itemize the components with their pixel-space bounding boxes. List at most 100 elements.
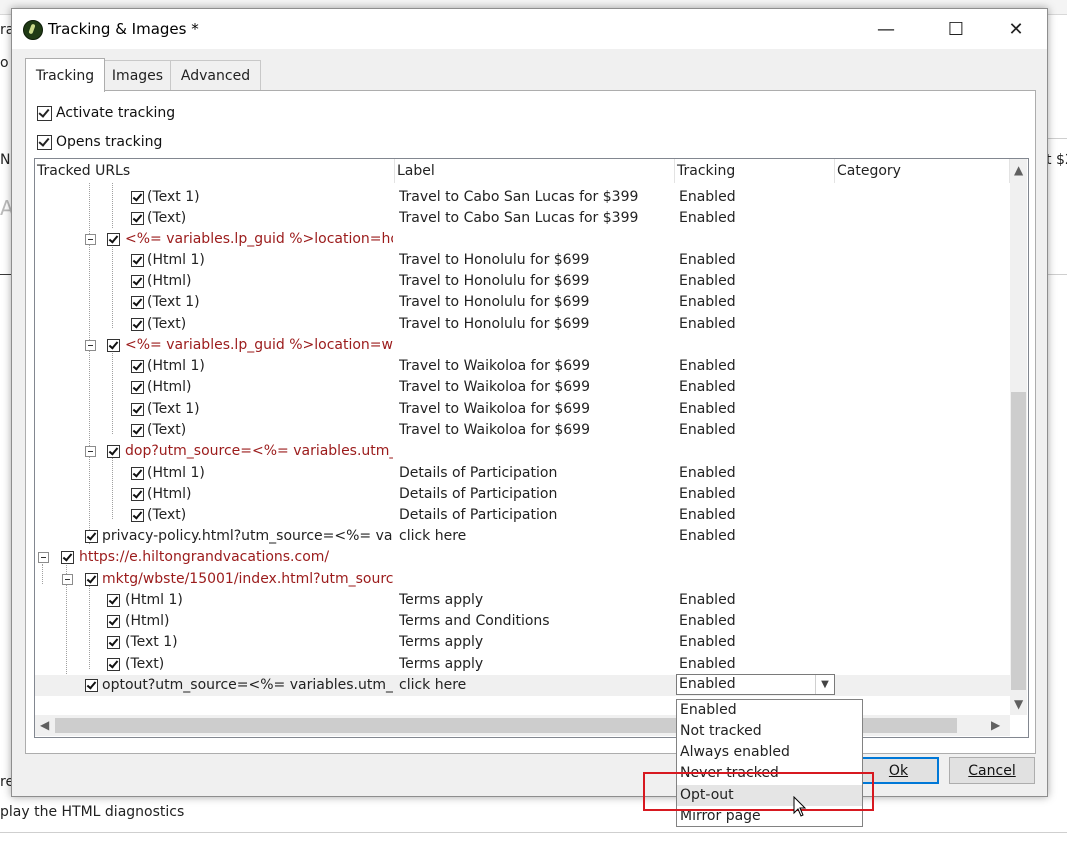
row-checkbox[interactable] <box>131 360 144 373</box>
row-checkbox[interactable] <box>85 679 98 692</box>
tab-images[interactable]: Images <box>103 60 172 91</box>
row-checkbox[interactable] <box>131 488 144 501</box>
tracking-cell[interactable]: Enabled <box>679 526 829 547</box>
tracking-cell[interactable]: Enabled <box>679 208 829 229</box>
row-checkbox[interactable] <box>107 339 120 352</box>
row-checkbox[interactable] <box>131 212 144 225</box>
table-row[interactable]: (Text 1) Travel to Honolulu for $699 Enabl… <box>35 292 1010 313</box>
minimize-button[interactable]: — <box>863 9 909 49</box>
scroll-down-icon[interactable]: ▼ <box>1014 697 1023 711</box>
vertical-scroll-thumb[interactable] <box>1011 392 1026 690</box>
row-checkbox[interactable] <box>85 573 98 586</box>
row-checkbox[interactable] <box>61 551 74 564</box>
row-checkbox[interactable] <box>131 403 144 416</box>
table-row[interactable]: <%= variables.lp_guid %>location=ho... <box>35 229 1010 250</box>
table-row[interactable]: https://e.hiltongrandvacations.com/ <box>35 547 1010 568</box>
tab-tracking[interactable]: Tracking <box>25 58 105 92</box>
table-row[interactable]: (Html 1) Travel to Waikoloa for $699 Enabl… <box>35 356 1010 377</box>
tracking-cell[interactable] <box>679 229 829 250</box>
row-checkbox[interactable] <box>107 594 120 607</box>
row-checkbox[interactable] <box>107 445 120 458</box>
table-row[interactable]: (Text 1) Terms apply Enabled <box>35 632 1010 653</box>
tracking-cell[interactable]: Enabled <box>679 654 829 675</box>
close-button[interactable]: ✕ <box>993 9 1039 49</box>
row-checkbox[interactable] <box>107 636 120 649</box>
tracking-cell[interactable] <box>679 569 829 590</box>
tracking-cell[interactable]: Enabled <box>679 632 829 653</box>
table-row[interactable]: (Text) Travel to Waikoloa for $699 Enabled <box>35 420 1010 441</box>
column-header-tracking[interactable]: Tracking <box>675 159 835 183</box>
table-row[interactable]: (Text 1) Travel to Waikoloa for $699 Enabl… <box>35 399 1010 420</box>
row-checkbox[interactable] <box>131 381 144 394</box>
tracking-cell[interactable]: Enabled <box>679 590 829 611</box>
horizontal-scrollbar[interactable]: ◀ ▶ <box>35 715 1010 736</box>
cancel-button[interactable]: Cancel <box>949 757 1035 784</box>
tracking-cell[interactable]: Enabled <box>679 420 829 441</box>
row-checkbox[interactable] <box>85 530 98 543</box>
tracking-cell[interactable]: Enabled <box>679 377 829 398</box>
row-checkbox[interactable] <box>131 191 144 204</box>
tracking-cell[interactable]: Enabled <box>679 463 829 484</box>
row-checkbox[interactable] <box>107 615 120 628</box>
dropdown-option-always-enabled[interactable]: Always enabled <box>677 742 862 763</box>
tab-advanced[interactable]: Advanced <box>170 60 261 91</box>
table-row[interactable]: privacy-policy.html?utm_source=<%= var..… <box>35 526 1010 547</box>
scroll-left-icon[interactable]: ◀ <box>40 718 49 732</box>
tracking-cell[interactable]: Enabled <box>679 505 829 526</box>
tracking-cell[interactable]: Enabled <box>679 356 829 377</box>
dropdown-option-not-tracked[interactable]: Not tracked <box>677 721 862 742</box>
tracking-cell[interactable]: Enabled <box>679 250 829 271</box>
table-row[interactable]: mktg/wbste/15001/index.html?utm_sourc... <box>35 569 1010 590</box>
collapse-toggle-icon[interactable] <box>85 234 96 245</box>
row-checkbox[interactable] <box>131 424 144 437</box>
table-row[interactable]: (Html) Terms and Conditions Enabled <box>35 611 1010 632</box>
activate-tracking-checkbox[interactable] <box>37 106 52 121</box>
tracking-cell[interactable]: Enabled <box>679 314 829 335</box>
scroll-right-icon[interactable]: ▶ <box>991 718 1000 732</box>
tracking-cell[interactable] <box>679 335 829 356</box>
collapse-toggle-icon[interactable] <box>38 552 49 563</box>
table-row[interactable]: (Text 1) Travel to Cabo San Lucas for $39… <box>35 187 1010 208</box>
collapse-toggle-icon[interactable] <box>85 340 96 351</box>
tracking-cell[interactable]: Enabled <box>679 187 829 208</box>
row-checkbox[interactable] <box>131 275 144 288</box>
collapse-toggle-icon[interactable] <box>62 574 73 585</box>
tracking-cell[interactable] <box>679 547 829 568</box>
table-row[interactable]: (Text) Travel to Cabo San Lucas for $399 E… <box>35 208 1010 229</box>
row-checkbox[interactable] <box>107 658 120 671</box>
table-row[interactable]: (Html 1) Travel to Honolulu for $699 Enabl… <box>35 250 1010 271</box>
table-row[interactable]: dop?utm_source=<%= variables.utm_so... <box>35 441 1010 462</box>
table-row[interactable]: <%= variables.lp_guid %>location=wai& <box>35 335 1010 356</box>
table-row[interactable]: (Html) Details of Participation Enabled <box>35 484 1010 505</box>
table-row[interactable]: (Text) Travel to Honolulu for $699 Enabled <box>35 314 1010 335</box>
column-header-category[interactable]: Category <box>835 159 1010 183</box>
row-checkbox[interactable] <box>131 318 144 331</box>
tracking-cell[interactable]: Enabled <box>679 484 829 505</box>
row-checkbox[interactable] <box>131 467 144 480</box>
opens-tracking-checkbox[interactable] <box>37 135 52 150</box>
scroll-up-icon[interactable]: ▲ <box>1014 163 1023 177</box>
tracking-cell[interactable]: Enabled <box>679 271 829 292</box>
column-header-tracked-urls[interactable]: Tracked URLs <box>35 159 395 183</box>
table-row[interactable]: (Text) Details of Participation Enabled <box>35 505 1010 526</box>
row-checkbox[interactable] <box>131 254 144 267</box>
table-row[interactable]: (Html) Travel to Waikoloa for $699 Enabled <box>35 377 1010 398</box>
tracking-cell[interactable]: Enabled <box>679 292 829 313</box>
tracking-cell[interactable]: Enabled <box>679 399 829 420</box>
vertical-scrollbar[interactable]: ▲ ▼ <box>1010 159 1027 715</box>
table-row[interactable]: (Text) Terms apply Enabled <box>35 654 1010 675</box>
row-checkbox[interactable] <box>131 296 144 309</box>
tracking-cell[interactable]: Enabled <box>679 611 829 632</box>
tracked-urls-grid[interactable]: Tracked URLs Label Tracking Category (Te… <box>34 158 1029 738</box>
dropdown-option-enabled[interactable]: Enabled <box>677 700 862 721</box>
table-row[interactable]: (Html) Travel to Honolulu for $699 Enabled <box>35 271 1010 292</box>
chevron-down-icon[interactable]: ▼ <box>815 675 834 694</box>
row-checkbox[interactable] <box>131 509 144 522</box>
collapse-toggle-icon[interactable] <box>85 446 96 457</box>
maximize-button[interactable]: ☐ <box>933 9 979 49</box>
row-checkbox[interactable] <box>107 233 120 246</box>
table-row[interactable]: optout?utm_source=<%= variables.utm_s...… <box>35 675 1010 696</box>
table-row[interactable]: (Html 1) Details of Participation Enabled <box>35 463 1010 484</box>
tracking-select[interactable]: Enabled ▼ <box>676 674 835 695</box>
table-row[interactable]: (Html 1) Terms apply Enabled <box>35 590 1010 611</box>
